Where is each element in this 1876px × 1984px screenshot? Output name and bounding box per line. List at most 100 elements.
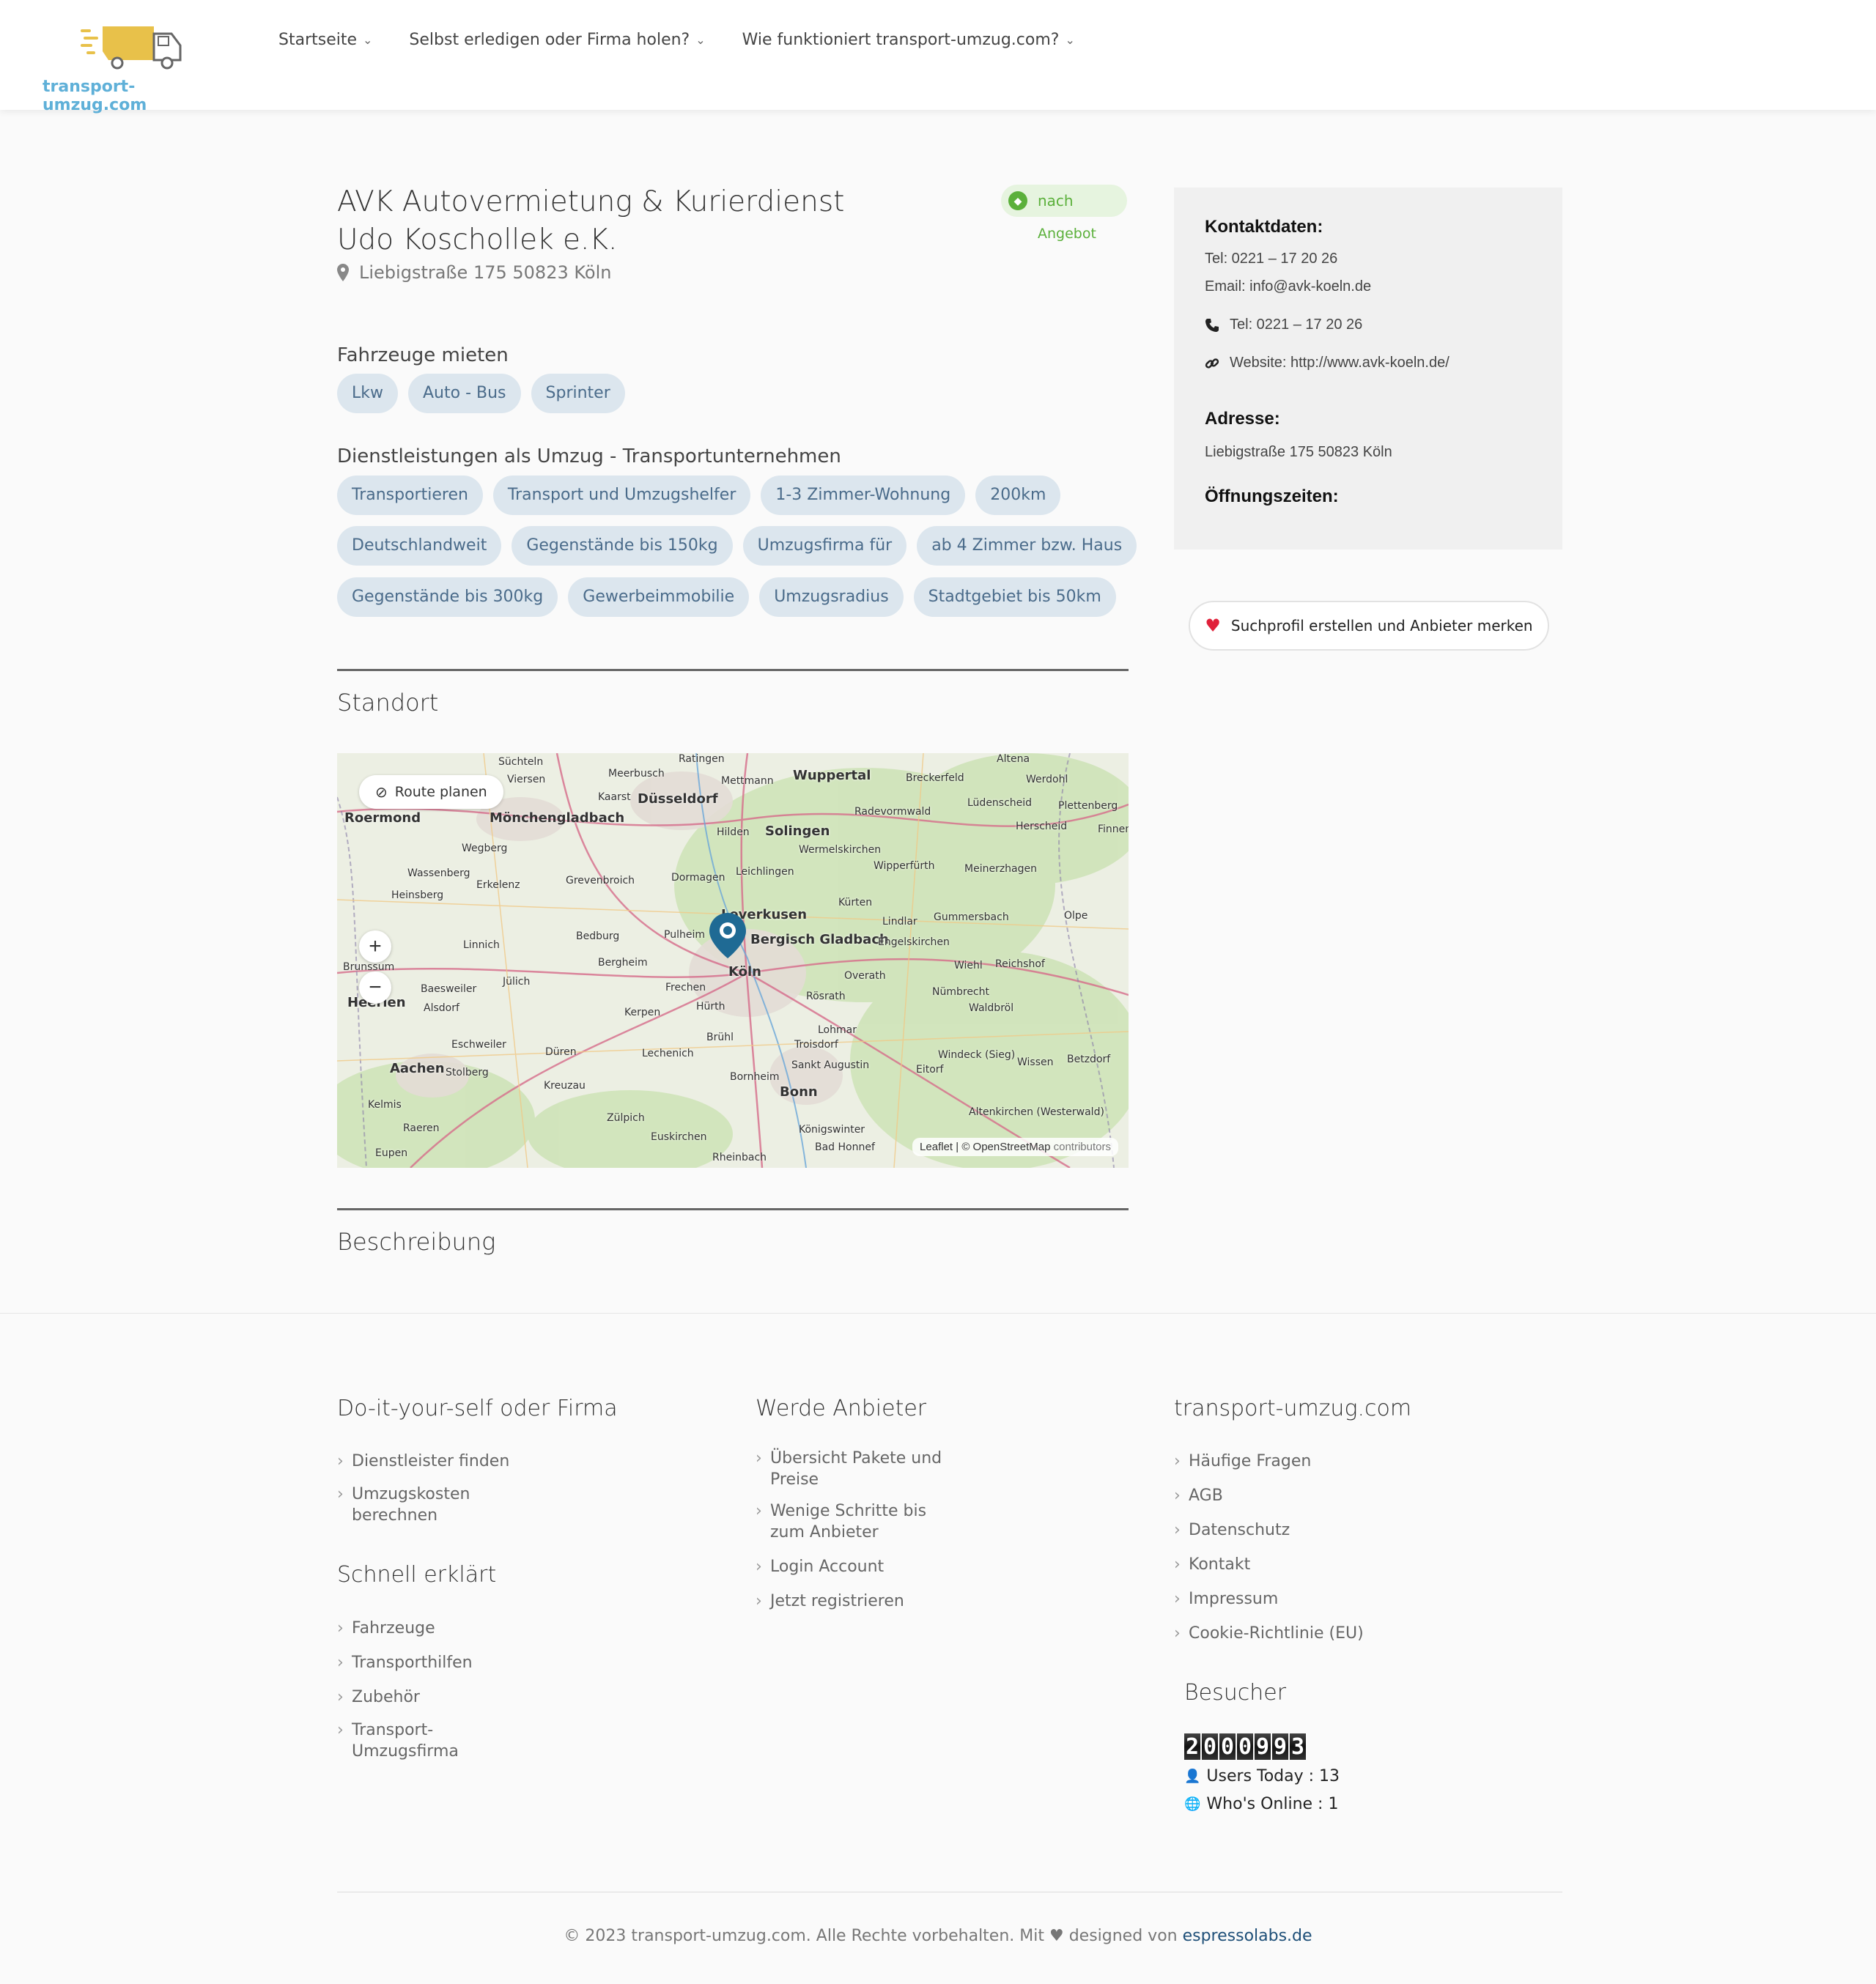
tag[interactable]: Deutschlandweit (337, 526, 502, 566)
map-label: Brunssum (343, 961, 395, 973)
truck-icon (81, 26, 182, 70)
badge-label: nach (1038, 192, 1074, 210)
map-label: Plettenberg (1058, 800, 1118, 812)
logo-text: transport-umzug.com (43, 78, 147, 114)
map-label: Lindlar (882, 916, 917, 928)
map-label: Leichlingen (736, 866, 794, 878)
map-label: Hürth (696, 1001, 725, 1013)
map-label: Alsdorf (424, 1002, 459, 1014)
tag[interactable]: Transport und Umzugshelfer (492, 475, 751, 515)
footer-link[interactable]: Umzugskosten berechnen (337, 1484, 528, 1526)
site-logo[interactable]: transport-umzug.com (43, 22, 226, 114)
tag[interactable]: 1-3 Zimmer-Wohnung (761, 475, 966, 515)
designer-link[interactable]: espressolabs.de (1183, 1927, 1312, 1945)
whos-online-text: Who's Online : 1 (1206, 1795, 1339, 1813)
osm-link[interactable]: OpenStreetMap (973, 1141, 1051, 1153)
nav-label: Selbst erledigen oder Firma holen? (409, 31, 690, 49)
footer-links: Häufige Fragen AGB Datenschutz Kontakt I… (1174, 1451, 1467, 1644)
location-map[interactable]: Süchteln Meerbusch Ratingen Wuppertal Br… (337, 753, 1129, 1168)
footer-link[interactable]: Cookie-Richtlinie (EU) (1174, 1623, 1467, 1644)
footer-link[interactable]: Transport-Umzugsfirma (337, 1720, 498, 1762)
map-label: Sankt Augustin (791, 1059, 870, 1071)
footer-link[interactable]: Wenige Schritte bis zum Anbieter (756, 1500, 961, 1543)
map-label: Königswinter (799, 1124, 865, 1136)
badge-sub: Angebot (1038, 226, 1096, 242)
globe-icon: 🌐 (1184, 1796, 1201, 1812)
tag[interactable]: Umzugsradius (759, 577, 904, 617)
contact-website-link[interactable]: Website: http://www.avk-koeln.de/ (1205, 355, 1450, 371)
map-label: Zülpich (607, 1112, 645, 1124)
tag[interactable]: Transportieren (337, 475, 483, 515)
map-label: Süchteln (498, 756, 544, 768)
leaflet-link[interactable]: Leaflet (920, 1141, 953, 1153)
tag[interactable]: Sprinter (531, 374, 625, 413)
footer-link[interactable]: Übersicht Pakete und Preise (756, 1448, 961, 1490)
map-label: Roermond (344, 810, 421, 826)
map-label: Bergisch Gladbach (750, 932, 889, 947)
copyright: © 2023 transport-umzug.com. Alle Rechte … (0, 1927, 1876, 1945)
map-label: Betzdorf (1067, 1054, 1111, 1065)
map-label: Altenkirchen (Westerwald) (969, 1106, 1104, 1118)
footer-link[interactable]: AGB (1174, 1485, 1467, 1506)
footer-link[interactable]: Zubehör (337, 1687, 498, 1708)
chevron-down-icon: ⌄ (695, 33, 706, 47)
footer-link[interactable]: Dienstleister finden (337, 1451, 528, 1472)
map-label: Baesweiler (421, 983, 477, 995)
map-label: Kreuzau (544, 1080, 586, 1092)
footer-link[interactable]: Impressum (1174, 1588, 1467, 1610)
zoom-out-button[interactable]: − (359, 971, 391, 1004)
services-heading: Dienstleistungen als Umzug - Transportun… (337, 445, 841, 467)
footer-link[interactable]: Häufige Fragen (1174, 1451, 1467, 1472)
address-text: Liebigstraße 175 50823 Köln (1205, 444, 1392, 460)
whos-online: 🌐 Who's Online : 1 (1184, 1795, 1338, 1813)
map-label: Gummersbach (934, 911, 1009, 923)
tag[interactable]: Umzugsfirma für (742, 526, 907, 566)
zoom-in-button[interactable]: + (359, 930, 391, 963)
nav-selbst-oder-firma[interactable]: Selbst erledigen oder Firma holen? ⌄ (409, 31, 705, 49)
route-plan-button[interactable]: ⊘ Route planen (359, 775, 503, 809)
map-label: Nümbrecht (932, 986, 989, 998)
map-label: Rheinbach (712, 1152, 767, 1163)
map-label: Lechenich (642, 1048, 694, 1059)
tag[interactable]: Gegenstände bis 300kg (337, 577, 558, 617)
map-label: Aachen (390, 1061, 445, 1076)
save-search-profile-label: Suchprofil erstellen und Anbieter merken (1230, 617, 1533, 634)
nav-startseite[interactable]: Startseite ⌄ (278, 31, 372, 49)
footer-link[interactable]: Kontakt (1174, 1554, 1467, 1575)
footer-link[interactable]: Datenschutz (1174, 1520, 1467, 1541)
site-header: transport-umzug.com Startseite ⌄ Selbst e… (0, 0, 1876, 114)
contact-phone-link[interactable]: Tel: 0221 – 17 20 26 (1205, 317, 1362, 333)
save-search-profile-button[interactable]: ♥ Suchprofil erstellen und Anbieter merk… (1189, 601, 1549, 651)
tag[interactable]: Lkw (337, 374, 398, 413)
map-label: Mettmann (721, 775, 774, 787)
tag[interactable]: Stadtgebiet bis 50km (913, 577, 1116, 617)
footer-link[interactable]: Login Account (756, 1556, 961, 1577)
map-label: Wuppertal (793, 768, 871, 783)
service-tags-row: Gegenstände bis 300kg Gewerbeimmobilie U… (337, 577, 1126, 617)
footer-heading: Do-it-your-self oder Firma (337, 1396, 618, 1421)
map-label: Reichshof (995, 958, 1045, 970)
map-label: Windeck (Sieg) (938, 1049, 1016, 1061)
tag[interactable]: 200km (975, 475, 1061, 515)
tag[interactable]: Gegenstände bis 150kg (512, 526, 733, 566)
tag[interactable]: Auto - Bus (408, 374, 521, 413)
visitor-counter: 2 0 0 0 9 9 3 (1184, 1733, 1307, 1760)
location-marker-icon[interactable] (708, 911, 747, 960)
map-label: Lüdenscheid (967, 797, 1033, 809)
footer-link[interactable]: Transporthilfen (337, 1652, 498, 1673)
map-attribution: Leaflet | © OpenStreetMap contributors (912, 1138, 1118, 1156)
footer-link[interactable]: Fahrzeuge (337, 1618, 498, 1639)
map-label: Ratingen (679, 753, 725, 765)
map-label: Brühl (706, 1032, 734, 1043)
tag-icon: ◆ (1008, 191, 1027, 210)
tag[interactable]: ab 4 Zimmer bzw. Haus (917, 526, 1137, 566)
divider (337, 669, 1129, 671)
footer-link[interactable]: Jetzt registrieren (756, 1591, 961, 1612)
nav-wie-funktioniert[interactable]: Wie funktioniert transport-umzug.com? ⌄ (742, 31, 1075, 49)
location-heading: Standort (337, 689, 439, 717)
map-label: Kürten (838, 897, 873, 908)
address-text: Liebigstraße 175 50823 Köln (359, 262, 612, 283)
tag[interactable]: Gewerbeimmobilie (568, 577, 750, 617)
map-label: Heinsberg (391, 889, 444, 901)
map-label: Hilden (717, 826, 750, 838)
